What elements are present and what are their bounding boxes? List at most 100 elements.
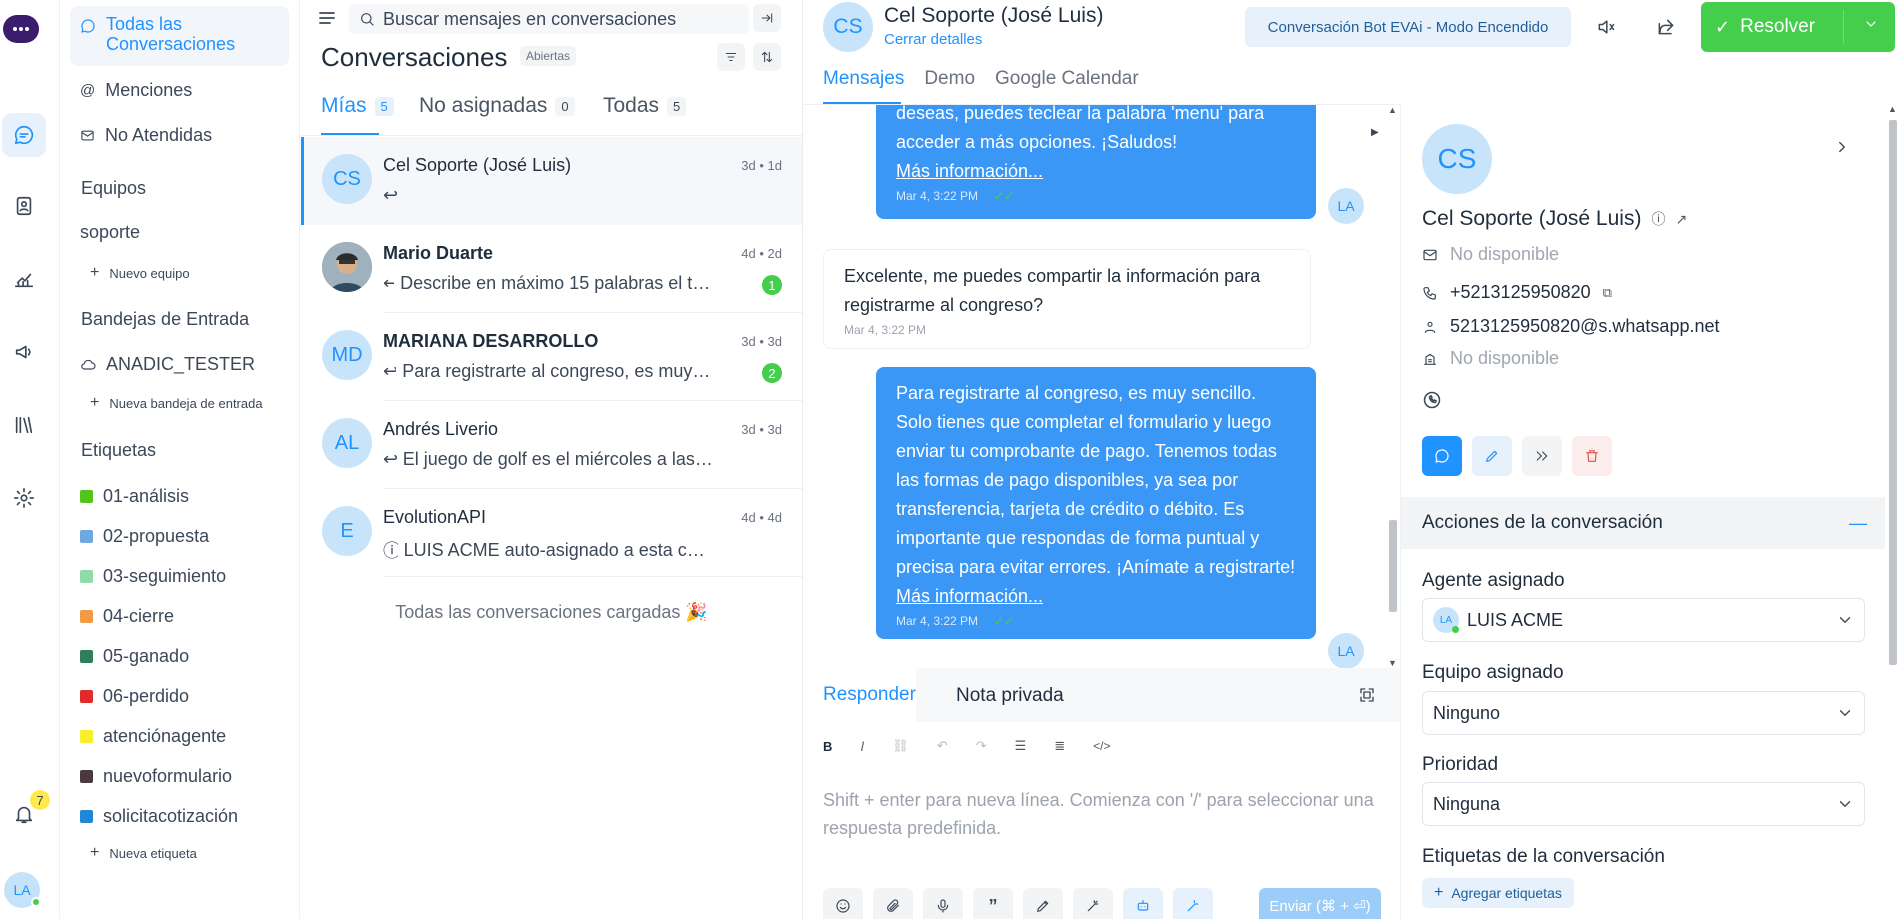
italic-icon[interactable]: I	[860, 738, 864, 754]
settings-icon[interactable]	[2, 476, 46, 520]
inbox-anadic[interactable]: ANADIC_TESTER	[70, 354, 289, 375]
new-inbox-button[interactable]: + Nueva bandeja de entrada	[90, 394, 263, 412]
conversation-actions-header[interactable]: Acciones de la conversación —	[1401, 497, 1885, 549]
bold-icon[interactable]: B	[823, 739, 832, 754]
quote-icon[interactable]: ”	[973, 888, 1013, 919]
conversation-row[interactable]: Mario Duarte 4d • 2d ↩ Describe en máximo…	[301, 225, 802, 313]
emoji-icon[interactable]	[823, 888, 863, 919]
collapse-icon[interactable]	[753, 4, 781, 32]
expand-editor-icon[interactable]	[1358, 686, 1376, 704]
mute-icon[interactable]	[1596, 17, 1616, 37]
label-item[interactable]: 02-propuesta	[80, 526, 209, 547]
ai-assist-icon[interactable]	[1173, 888, 1213, 919]
edit-contact-button[interactable]	[1472, 436, 1512, 476]
tab-messages[interactable]: Mensajes	[823, 68, 904, 90]
priority-select[interactable]: Ninguna	[1422, 782, 1865, 826]
panel-scrollbar[interactable]: ▲	[1885, 104, 1900, 919]
undo-icon[interactable]: ↶	[937, 738, 948, 754]
filter-icon[interactable]	[717, 43, 745, 71]
message-preview: ↩ El juego de golf es el miércoles a las …	[383, 449, 713, 470]
new-team-button[interactable]: + Nuevo equipo	[90, 264, 190, 282]
tab-google-calendar[interactable]: Google Calendar	[995, 68, 1139, 90]
new-team-label: Nuevo equipo	[109, 265, 190, 281]
scrollbar-thumb[interactable]	[1389, 520, 1397, 612]
new-label-button[interactable]: + Nueva etiqueta	[90, 844, 197, 862]
contacts-icon[interactable]	[2, 184, 46, 228]
microphone-icon[interactable]	[923, 888, 963, 919]
chevron-down-icon[interactable]	[1863, 16, 1879, 32]
conversation-row[interactable]: MD MARIANA DESARROLLO 3d • 3d ↩ Para regi…	[301, 313, 802, 401]
tab-mine[interactable]: Mías 5	[321, 94, 394, 118]
message-text: deseas, puedes teclear la palabra 'menu'…	[896, 105, 1265, 152]
reply-tab[interactable]: Responder	[803, 668, 916, 722]
more-info-link[interactable]: Más información...	[896, 586, 1043, 606]
share-icon[interactable]	[1656, 17, 1676, 37]
numbered-list-icon[interactable]: ≣	[1054, 738, 1065, 754]
library-icon[interactable]	[2, 403, 46, 447]
nav-all-conversations[interactable]: Todas las Conversaciones	[70, 6, 289, 66]
private-note-tab[interactable]: Nota privada	[956, 685, 1064, 707]
bot-status-pill[interactable]: Conversación Bot EVAi - Modo Encendido	[1245, 7, 1571, 47]
send-button[interactable]: Enviar (⌘ + ⏎)	[1259, 888, 1381, 919]
campaigns-icon[interactable]	[2, 330, 46, 374]
copy-icon[interactable]: ⧉	[1603, 285, 1612, 301]
code-icon[interactable]: </>	[1093, 739, 1110, 753]
app-logo[interactable]	[3, 15, 39, 43]
tab-unassigned[interactable]: No asignadas 0	[419, 94, 575, 118]
more-info-link[interactable]: Más información...	[896, 161, 1043, 181]
nav-mentions[interactable]: @ Menciones	[70, 80, 289, 101]
add-tags-button[interactable]: + Agregar etiquetas	[1422, 878, 1574, 908]
team-select[interactable]: Ninguno	[1422, 691, 1865, 735]
redo-icon[interactable]: ↷	[976, 738, 987, 754]
tags-label: Etiquetas de la conversación	[1422, 846, 1665, 867]
label-name: atenciónagente	[103, 726, 227, 746]
tab-all[interactable]: Todas 5	[603, 94, 687, 118]
reply-input[interactable]: Shift + enter para nueva línea. Comienza…	[823, 786, 1393, 842]
whatsapp-icon[interactable]	[1422, 390, 1442, 410]
resolve-button[interactable]: ✓ Resolver	[1701, 2, 1895, 52]
label-item[interactable]: 05-ganado	[80, 646, 189, 667]
collapse-minus-icon[interactable]: —	[1849, 513, 1867, 534]
search-input[interactable]: Buscar mensajes en conversaciones	[349, 4, 749, 34]
merge-contact-button[interactable]	[1522, 436, 1562, 476]
new-message-button[interactable]	[1422, 436, 1462, 476]
close-details-link[interactable]: Cerrar detalles	[884, 31, 982, 48]
plus-icon: +	[90, 394, 100, 411]
conversation-row[interactable]: CS Cel Soporte (José Luis) 3d • 1d ↩	[301, 137, 802, 225]
signature-icon[interactable]	[1023, 888, 1063, 919]
label-item[interactable]: 04-cierre	[80, 606, 174, 627]
delete-contact-button[interactable]	[1572, 436, 1612, 476]
team-soporte[interactable]: soporte	[70, 222, 289, 243]
label-item[interactable]: 03-seguimiento	[80, 566, 226, 587]
label-item[interactable]: 01-análisis	[80, 486, 189, 507]
info-icon[interactable]: ⓘ	[1651, 209, 1665, 229]
expand-arrow-icon[interactable]: ▶	[1371, 127, 1379, 138]
user-avatar[interactable]: LA	[4, 872, 41, 908]
label-item[interactable]: solicitacotización	[80, 806, 238, 827]
status-filter-badge[interactable]: Abiertas	[520, 46, 577, 66]
nav-unattended[interactable]: No Atendidas	[70, 125, 289, 146]
agent-select[interactable]: LA LUIS ACME	[1422, 598, 1865, 642]
conversations-icon[interactable]	[2, 113, 46, 157]
scrollbar-thumb[interactable]	[1889, 120, 1897, 665]
tab-demo[interactable]: Demo	[924, 68, 975, 90]
label-item[interactable]: atenciónagente	[80, 726, 226, 747]
conversation-row[interactable]: AL Andrés Liverio 3d • 3d ↩ El juego de g…	[301, 401, 802, 489]
attach-icon[interactable]	[873, 888, 913, 919]
link-icon[interactable]: ⛓	[892, 738, 909, 754]
chevron-right-icon[interactable]	[1833, 138, 1851, 156]
menu-icon[interactable]	[319, 11, 335, 25]
conversation-row[interactable]: E EvolutionAPI 4d • 4d ⓘLUIS ACME auto-a…	[301, 489, 802, 577]
reports-icon[interactable]	[2, 257, 46, 301]
sort-icon[interactable]	[753, 43, 781, 71]
bullet-list-icon[interactable]: ☰	[1015, 738, 1027, 754]
contact-name-row: Cel Soporte (José Luis) ⓘ ↗	[1422, 207, 1687, 231]
label-item[interactable]: nuevoformulario	[80, 766, 232, 787]
external-link-icon[interactable]: ↗	[1675, 211, 1687, 228]
magic-wand-icon[interactable]	[1073, 888, 1113, 919]
bot-icon[interactable]	[1123, 888, 1163, 919]
preview-text: El juego de golf es el miércoles a las 1…	[402, 449, 713, 469]
label-item[interactable]: 06-perdido	[80, 686, 189, 707]
message-scrollbar[interactable]: ▲ ▼	[1385, 105, 1400, 668]
message-list: deseas, puedes teclear la palabra 'menu'…	[803, 105, 1385, 668]
